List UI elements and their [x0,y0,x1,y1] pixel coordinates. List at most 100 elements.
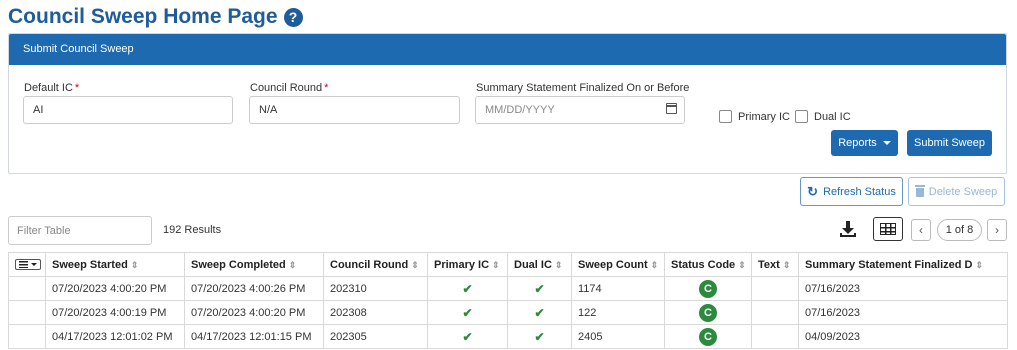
header-summary-finalized[interactable]: Summary Statement Finalized D ⇕ [798,252,1008,277]
row-select-cell[interactable] [8,300,46,325]
default-ic-label: Default IC * [24,82,80,94]
caret-down-icon [882,141,891,145]
next-page-button[interactable]: › [987,219,1007,241]
filter-table-input[interactable]: Filter Table [8,216,152,245]
reports-dropdown-button[interactable]: Reports [831,130,898,156]
column-view-button[interactable] [873,217,903,241]
check-icon: ✔ [534,281,545,296]
status-badge: C [699,327,717,346]
header-council-round[interactable]: Council Round ⇕ [323,252,428,277]
column-menu-header[interactable] [8,252,46,277]
column-menu-button[interactable] [15,258,41,270]
sort-icon[interactable]: ⇕ [411,260,419,270]
cell-sweep-started: 07/20/2023 4:00:19 PM [45,300,185,325]
check-icon: ✔ [462,329,473,344]
header-text[interactable]: Text ⇕ [751,252,799,277]
refresh-status-button[interactable]: ↻ Refresh Status [800,177,903,206]
cell-text [751,300,799,325]
cell-primary-ic: ✔ [427,324,508,349]
header-sweep-completed[interactable]: Sweep Completed ⇕ [184,252,324,277]
sort-icon[interactable]: ⇕ [492,260,500,270]
status-badge: C [699,303,717,322]
sort-icon[interactable]: ⇕ [131,260,139,270]
table-header-row: Sweep Started ⇕ Sweep Completed ⇕ Council … [8,252,1008,277]
header-status-code[interactable]: Status Code ⇕ [664,252,752,277]
check-icon: ✔ [462,305,473,320]
check-icon: ✔ [534,305,545,320]
cell-summary-finalized: 04/09/2023 [798,324,1008,349]
sort-icon[interactable]: ⇕ [976,260,984,270]
page-indicator: 1 of 8 [937,219,982,241]
page-title-text: Council Sweep Home Page [8,5,278,28]
dual-ic-label: Dual IC [814,110,851,123]
header-sweep-count[interactable]: Sweep Count ⇕ [571,252,665,277]
sort-icon[interactable]: ⇕ [651,260,659,270]
header-dual-ic[interactable]: Dual IC ⇕ [507,252,572,277]
council-round-input[interactable]: N/A [249,96,460,124]
cell-sweep-completed: 07/20/2023 4:00:20 PM [184,300,324,325]
cell-text [751,324,799,349]
cell-sweep-count: 1174 [571,276,665,301]
download-icon[interactable] [838,219,858,239]
cell-dual-ic: ✔ [507,276,572,301]
sort-icon[interactable]: ⇕ [289,260,297,270]
cell-dual-ic: ✔ [507,324,572,349]
cell-status-code: C [664,300,752,325]
cell-status-code: C [664,324,752,349]
cell-primary-ic: ✔ [427,300,508,325]
delete-sweep-button[interactable]: Delete Sweep [908,177,1005,206]
calendar-icon[interactable] [666,103,677,114]
check-icon: ✔ [534,329,545,344]
refresh-label: Refresh Status [823,185,896,198]
default-ic-input[interactable]: AI [23,96,233,124]
table-row[interactable]: 07/20/2023 4:00:20 PM 07/20/2023 4:00:26… [8,276,1008,301]
check-icon: ✔ [462,281,473,296]
cell-summary-finalized: 07/16/2023 [798,276,1008,301]
row-select-cell[interactable] [8,276,46,301]
cell-sweep-count: 122 [571,300,665,325]
refresh-icon: ↻ [807,183,819,199]
sweep-table: Sweep Started ⇕ Sweep Completed ⇕ Council … [8,252,1008,349]
cell-council-round: 202305 [323,324,428,349]
cell-text [751,276,799,301]
header-primary-ic[interactable]: Primary IC ⇕ [427,252,508,277]
menu-icon [19,260,28,268]
required-marker: * [74,82,80,94]
submit-sweep-panel: Submit Council Sweep Default IC * AI Coun… [8,33,1007,174]
page-title: Council Sweep Home Page ? [8,5,303,29]
cell-dual-ic: ✔ [507,300,572,325]
summary-date-input[interactable]: MM/DD/YYYY [475,96,685,124]
table-grid-icon [880,223,896,235]
primary-ic-checkbox[interactable]: Primary IC [719,110,790,123]
dual-ic-checkbox[interactable]: Dual IC [795,110,851,123]
table-row[interactable]: 04/17/2023 12:01:02 PM 04/17/2023 12:01:… [8,324,1008,349]
cell-sweep-completed: 07/20/2023 4:00:26 PM [184,276,324,301]
primary-ic-label: Primary IC [738,110,790,123]
table-row[interactable]: 07/20/2023 4:00:19 PM 07/20/2023 4:00:20… [8,300,1008,325]
submit-sweep-button[interactable]: Submit Sweep [907,130,992,156]
cell-council-round: 202310 [323,276,428,301]
cell-primary-ic: ✔ [427,276,508,301]
help-icon[interactable]: ? [283,7,303,27]
result-count: 192 Results [163,224,222,236]
cell-status-code: C [664,276,752,301]
summary-date-label: Summary Statement Finalized On or Before [476,82,690,94]
cell-sweep-started: 07/20/2023 4:00:20 PM [45,276,185,301]
dual-ic-box[interactable] [795,110,808,123]
primary-ic-box[interactable] [719,110,732,123]
cell-sweep-completed: 04/17/2023 12:01:15 PM [184,324,324,349]
row-select-cell[interactable] [8,324,46,349]
cell-sweep-count: 2405 [571,324,665,349]
required-marker: * [324,82,329,94]
reports-label: Reports [838,137,877,149]
header-sweep-started[interactable]: Sweep Started ⇕ [45,252,185,277]
cell-summary-finalized: 07/16/2023 [798,300,1008,325]
cell-council-round: 202308 [323,300,428,325]
trash-icon [914,185,925,197]
sort-icon[interactable]: ⇕ [738,260,746,270]
prev-page-button[interactable]: ‹ [911,219,931,241]
sort-icon[interactable]: ⇕ [555,260,563,270]
sort-icon[interactable]: ⇕ [783,260,791,270]
council-round-label: Council Round * [250,82,329,94]
caret-down-icon [31,262,37,266]
